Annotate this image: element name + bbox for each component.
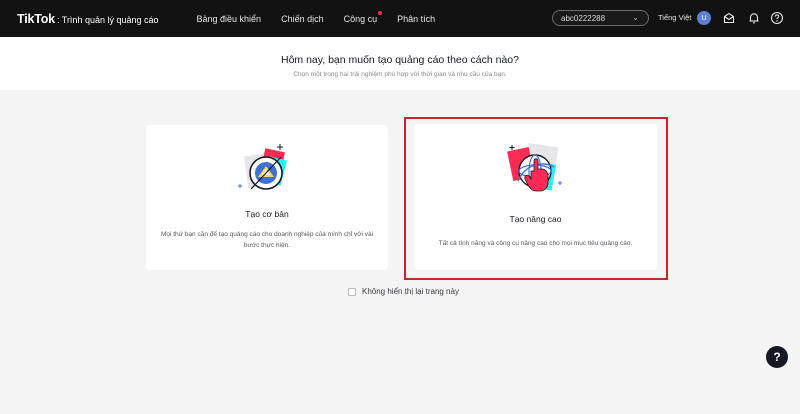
tiktok-ads-manager-logo[interactable]: TikTok : Trình quản lý quảng cáo — [17, 12, 159, 26]
nav-item-tools-label: Công cụ — [343, 13, 378, 24]
dont-show-again-option[interactable]: Không hiển thị lại trang này — [348, 287, 459, 296]
main-nav: Bảng điều khiển Chiến dịch Công cụ Phân … — [197, 10, 456, 24]
page-subtitle: Chọn một trong hai trải nghiệm phù hợp v… — [293, 71, 507, 78]
nav-item-dashboard[interactable]: Bảng điều khiển — [197, 14, 262, 24]
bell-icon[interactable] — [747, 11, 761, 25]
help-circle-icon[interactable] — [770, 11, 784, 25]
account-selector[interactable]: abc0222288 ⌄ — [552, 10, 649, 26]
basic-creation-illustration — [236, 142, 298, 198]
logo-brand: TikTok — [17, 11, 55, 26]
nav-item-tools[interactable]: Công cụ — [343, 10, 383, 24]
user-avatar[interactable]: U — [697, 11, 711, 25]
page-title: Hôm nay, bạn muốn tạo quảng cáo theo các… — [281, 54, 519, 66]
basic-creation-title: Tạo cơ bản — [245, 209, 289, 219]
inbox-icon[interactable] — [722, 11, 736, 25]
dont-show-again-label: Không hiển thị lại trang này — [362, 287, 459, 296]
basic-creation-card[interactable]: Tạo cơ bản Mọi thứ bạn cần để tạo quảng … — [146, 125, 388, 270]
advanced-card-highlight-frame — [404, 117, 668, 280]
nav-item-campaigns[interactable]: Chiến dịch — [281, 14, 324, 24]
page-header: Hôm nay, bạn muốn tạo quảng cáo theo các… — [0, 37, 800, 90]
nav-item-analytics[interactable]: Phân tích — [397, 14, 435, 24]
chevron-down-icon: ⌄ — [632, 13, 639, 22]
floating-help-button[interactable]: ? — [766, 346, 788, 368]
account-id: abc0222288 — [561, 13, 606, 23]
dont-show-again-checkbox[interactable] — [348, 287, 356, 296]
question-icon: ? — [773, 350, 781, 364]
language-selector[interactable]: Tiếng Việt — [658, 13, 691, 22]
logo-product-name: : Trình quản lý quảng cáo — [56, 14, 159, 25]
notification-dot — [378, 10, 383, 15]
basic-creation-description: Mọi thứ bạn cần để tạo quảng cáo cho doa… — [160, 231, 374, 249]
